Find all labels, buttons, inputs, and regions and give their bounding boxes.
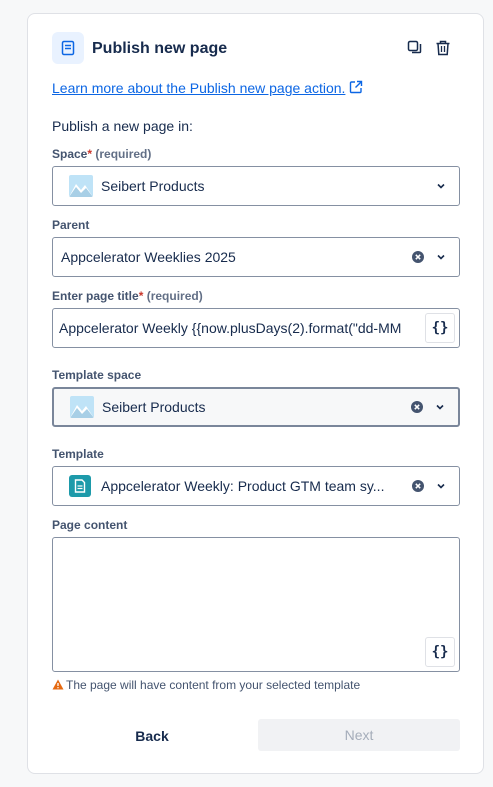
clear-icon[interactable] [411, 479, 425, 493]
duplicate-button[interactable] [405, 38, 425, 58]
card-title: Publish new page [92, 40, 228, 57]
template-label: Template [52, 447, 104, 461]
trash-icon [436, 40, 450, 56]
delete-button[interactable] [433, 38, 453, 58]
insert-variable-button[interactable]: {} [425, 637, 455, 667]
chevron-down-icon[interactable] [435, 251, 447, 263]
chevron-down-icon[interactable] [435, 480, 447, 492]
page-title-input[interactable]: Appcelerator Weekly {{now.plusDays(2).fo… [52, 308, 460, 348]
template-page-icon [69, 475, 91, 497]
next-button[interactable]: Next [258, 719, 460, 751]
required-star: * [138, 289, 144, 303]
space-avatar [69, 175, 93, 197]
insert-variable-button[interactable]: {} [425, 313, 455, 343]
clear-icon[interactable] [411, 250, 425, 264]
parent-label: Parent [52, 218, 90, 232]
intro-text: Publish a new page in: [52, 118, 193, 134]
page-title-label: Enter page title* (required) [52, 289, 203, 303]
clear-icon[interactable] [410, 400, 424, 414]
page-content-textarea[interactable]: {} [52, 537, 460, 672]
chevron-down-icon[interactable] [434, 401, 446, 413]
page-title-value: Appcelerator Weekly {{now.plusDays(2).fo… [59, 320, 402, 336]
space-avatar [70, 396, 94, 418]
learn-more-link[interactable]: Learn more about the Publish new page ac… [52, 80, 363, 97]
template-space-value: Seibert Products [102, 399, 206, 415]
chevron-down-icon[interactable] [435, 180, 447, 192]
copy-icon [407, 40, 422, 54]
parent-select[interactable]: Appcelerator Weeklies 2025 [52, 237, 460, 277]
template-value: Appcelerator Weekly: Product GTM team sy… [101, 478, 385, 494]
page-content-label: Page content [52, 518, 128, 532]
space-select[interactable]: Seibert Products [52, 166, 460, 206]
template-space-label: Template space [52, 368, 142, 382]
page-icon [52, 32, 84, 64]
publish-page-card: Publish new page Learn more about the Pu… [27, 13, 484, 774]
template-warning: The page will have content from your sel… [52, 678, 360, 693]
template-space-select[interactable]: Seibert Products [52, 387, 460, 427]
template-select[interactable]: Appcelerator Weekly: Product GTM team sy… [52, 466, 460, 506]
space-value: Seibert Products [101, 178, 205, 194]
external-link-icon [349, 80, 363, 97]
card-header: Publish new page [52, 32, 459, 66]
required-star: * [87, 147, 93, 161]
warning-icon [52, 679, 64, 693]
back-button[interactable]: Back [52, 720, 252, 752]
parent-value: Appcelerator Weeklies 2025 [61, 249, 236, 265]
space-label: Space* (required) [52, 147, 152, 161]
